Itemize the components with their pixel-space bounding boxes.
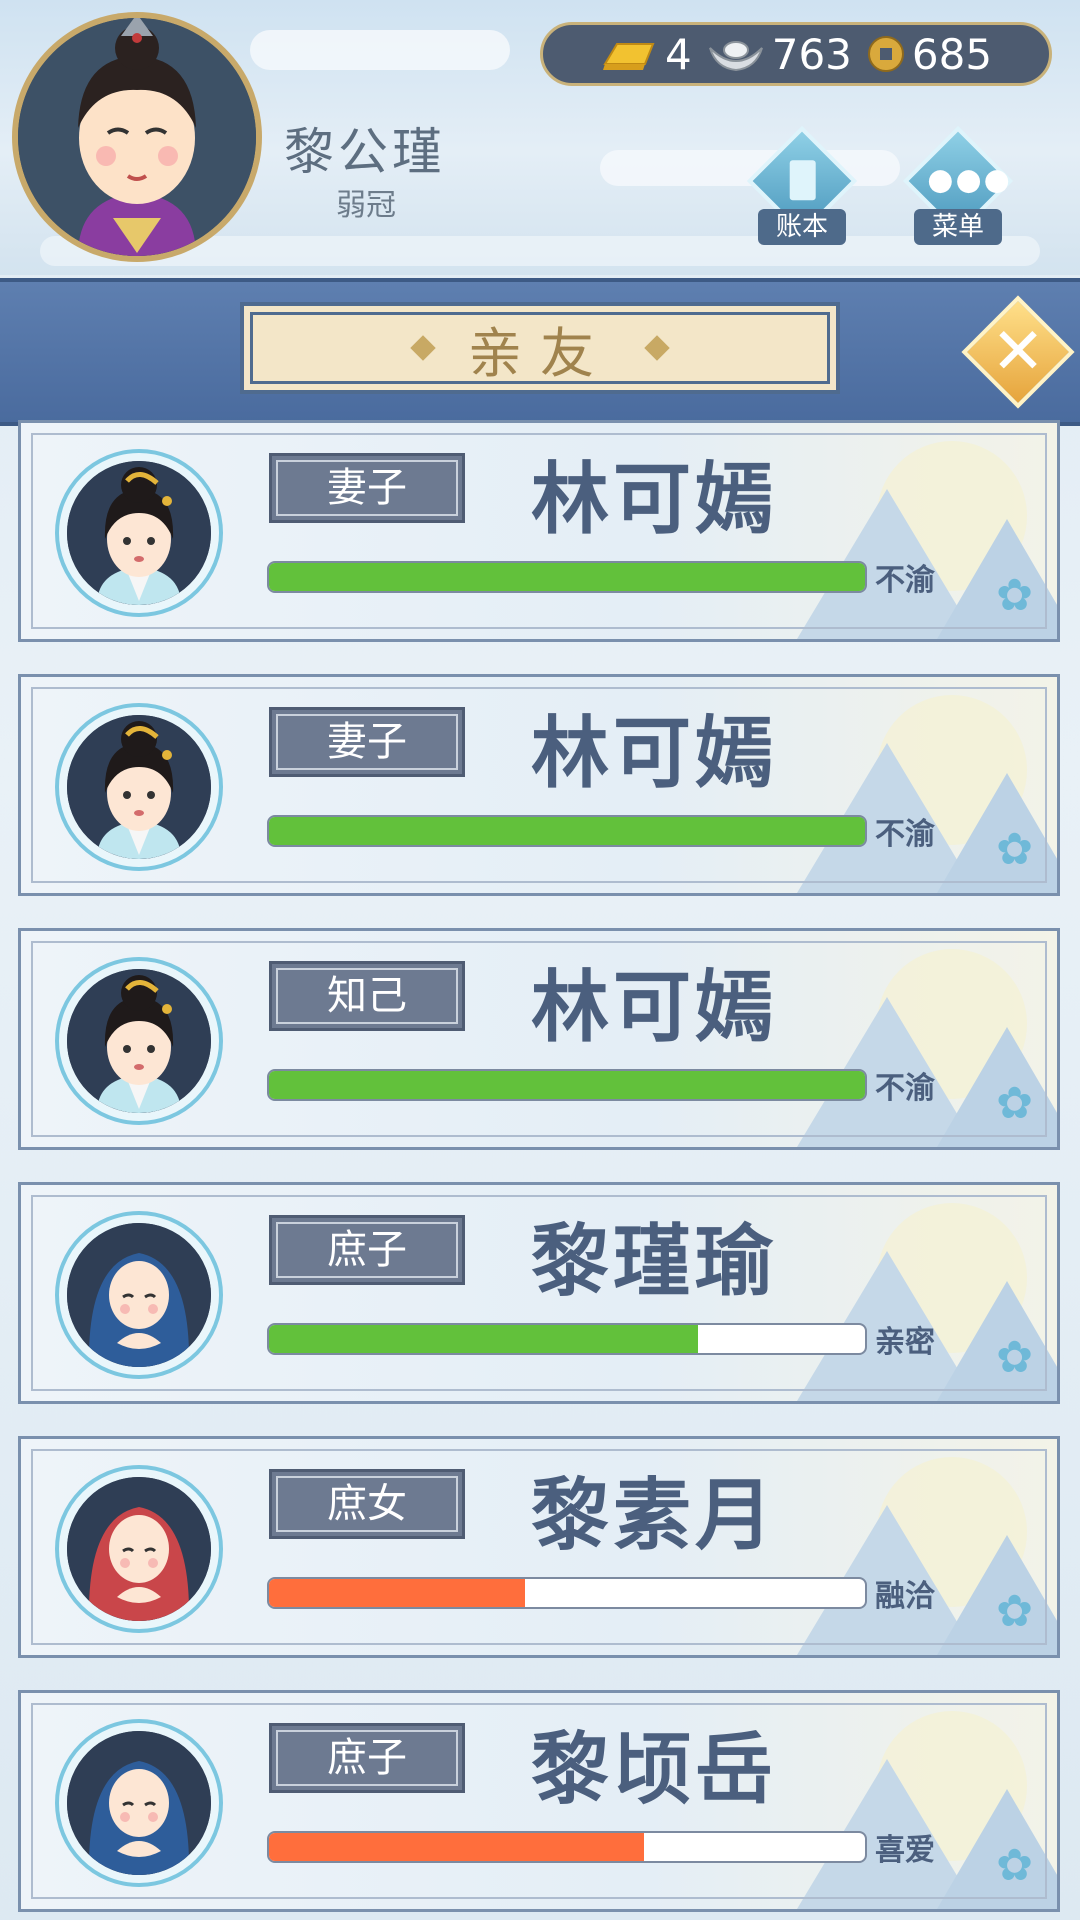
- relative-avatar[interactable]: [59, 453, 219, 613]
- relative-role-tag: 庶女: [269, 1469, 465, 1539]
- relationship-status: 不渝: [875, 1071, 935, 1106]
- gold-count: 4: [665, 29, 692, 79]
- silver-currency: 763: [706, 30, 852, 79]
- relationship-status: 融洽: [875, 1579, 935, 1614]
- daughter-avatar-icon: [67, 1477, 211, 1621]
- relative-card[interactable]: ✿ 庶子 黎顷岳 喜爱: [18, 1690, 1060, 1912]
- menu-button[interactable]: ●●● 菜单: [898, 125, 1018, 245]
- ledger-button[interactable]: 账本: [742, 125, 862, 245]
- affinity-bar: [267, 1323, 867, 1355]
- affinity-bar-fill: [269, 817, 865, 845]
- cloud-decoration: [250, 30, 510, 70]
- wife-avatar-icon: [67, 715, 211, 859]
- wife-avatar-icon: [67, 461, 211, 605]
- affinity-bar-fill: [269, 1325, 699, 1353]
- affinity-bar: [267, 1577, 867, 1609]
- relative-card[interactable]: ✿ 妻子 林可嫣 不渝: [18, 420, 1060, 642]
- relative-role-tag: 庶子: [269, 1723, 465, 1793]
- relative-avatar[interactable]: [59, 1215, 219, 1375]
- relative-card[interactable]: ✿ 庶子 黎瑾瑜 亲密: [18, 1182, 1060, 1404]
- title-banner: 亲友 ✕: [0, 278, 1080, 426]
- relative-name: 黎素月: [531, 1470, 778, 1561]
- wife-avatar-icon: [67, 969, 211, 1113]
- relationship-status: 不渝: [875, 817, 935, 852]
- relative-role-tag: 妻子: [269, 453, 465, 523]
- relative-role-tag: 知己: [269, 961, 465, 1031]
- affinity-bar-fill: [269, 1579, 526, 1607]
- relative-avatar[interactable]: [59, 961, 219, 1121]
- son-avatar-icon: [67, 1731, 211, 1875]
- diamond-ornament-icon: [410, 335, 436, 361]
- relative-card[interactable]: ✿ 妻子 林可嫣 不渝: [18, 674, 1060, 896]
- relative-role-tag: 妻子: [269, 707, 465, 777]
- relative-name: 林可嫣: [531, 962, 778, 1053]
- flower-icon: ✿: [996, 824, 1033, 875]
- silver-count: 763: [771, 29, 852, 79]
- currency-bar: 4 763 685: [540, 22, 1052, 86]
- page-title: 亲友: [468, 321, 612, 385]
- flower-icon: ✿: [996, 570, 1033, 621]
- silver-ingot-icon: [708, 41, 763, 72]
- affinity-bar-fill: [269, 1833, 645, 1861]
- relationship-status: 喜爱: [875, 1833, 935, 1868]
- relative-card[interactable]: ✿ 庶女 黎素月 融洽: [18, 1436, 1060, 1658]
- flower-icon: ✿: [996, 1840, 1033, 1891]
- gold-bar-icon: [603, 43, 655, 70]
- relative-avatar[interactable]: [59, 1723, 219, 1883]
- affinity-bar: [267, 561, 867, 593]
- relative-role-tag: 庶子: [269, 1215, 465, 1285]
- flower-icon: ✿: [996, 1586, 1033, 1637]
- player-portrait-icon: [18, 18, 256, 256]
- relative-name: 林可嫣: [531, 708, 778, 799]
- player-name: 黎公瑾: [284, 123, 446, 181]
- close-button[interactable]: ✕: [961, 295, 1075, 409]
- relationship-status: 亲密: [875, 1325, 935, 1360]
- close-icon: ✕: [991, 315, 1045, 389]
- relative-avatar[interactable]: [59, 707, 219, 867]
- relative-name: 黎瑾瑜: [531, 1216, 778, 1307]
- relationship-status: 不渝: [875, 563, 935, 598]
- relative-name: 黎顷岳: [531, 1724, 778, 1815]
- ledger-label: 账本: [757, 209, 846, 245]
- affinity-bar-fill: [269, 1071, 865, 1099]
- affinity-bar: [267, 1831, 867, 1863]
- relative-name: 林可嫣: [531, 454, 778, 545]
- flower-icon: ✿: [996, 1332, 1033, 1383]
- player-avatar[interactable]: [12, 12, 262, 262]
- copper-coin-icon: [867, 36, 904, 72]
- top-header: 黎公瑾 弱冠 4 763 685 账本 ●●● 菜单: [0, 0, 1080, 275]
- player-title: 弱冠: [336, 188, 396, 223]
- diamond-ornament-icon: [644, 335, 670, 361]
- gold-currency: 4: [599, 30, 692, 79]
- relative-avatar[interactable]: [59, 1469, 219, 1629]
- menu-label: 菜单: [913, 209, 1002, 245]
- son-avatar-icon: [67, 1223, 211, 1367]
- coin-count: 685: [911, 29, 993, 79]
- affinity-bar-fill: [269, 563, 865, 591]
- affinity-bar: [267, 815, 867, 847]
- coin-currency: 685: [866, 30, 992, 79]
- affinity-bar: [267, 1069, 867, 1101]
- title-plaque: 亲友: [240, 302, 840, 394]
- relative-card[interactable]: ✿ 知己 林可嫣 不渝: [18, 928, 1060, 1150]
- flower-icon: ✿: [996, 1078, 1033, 1129]
